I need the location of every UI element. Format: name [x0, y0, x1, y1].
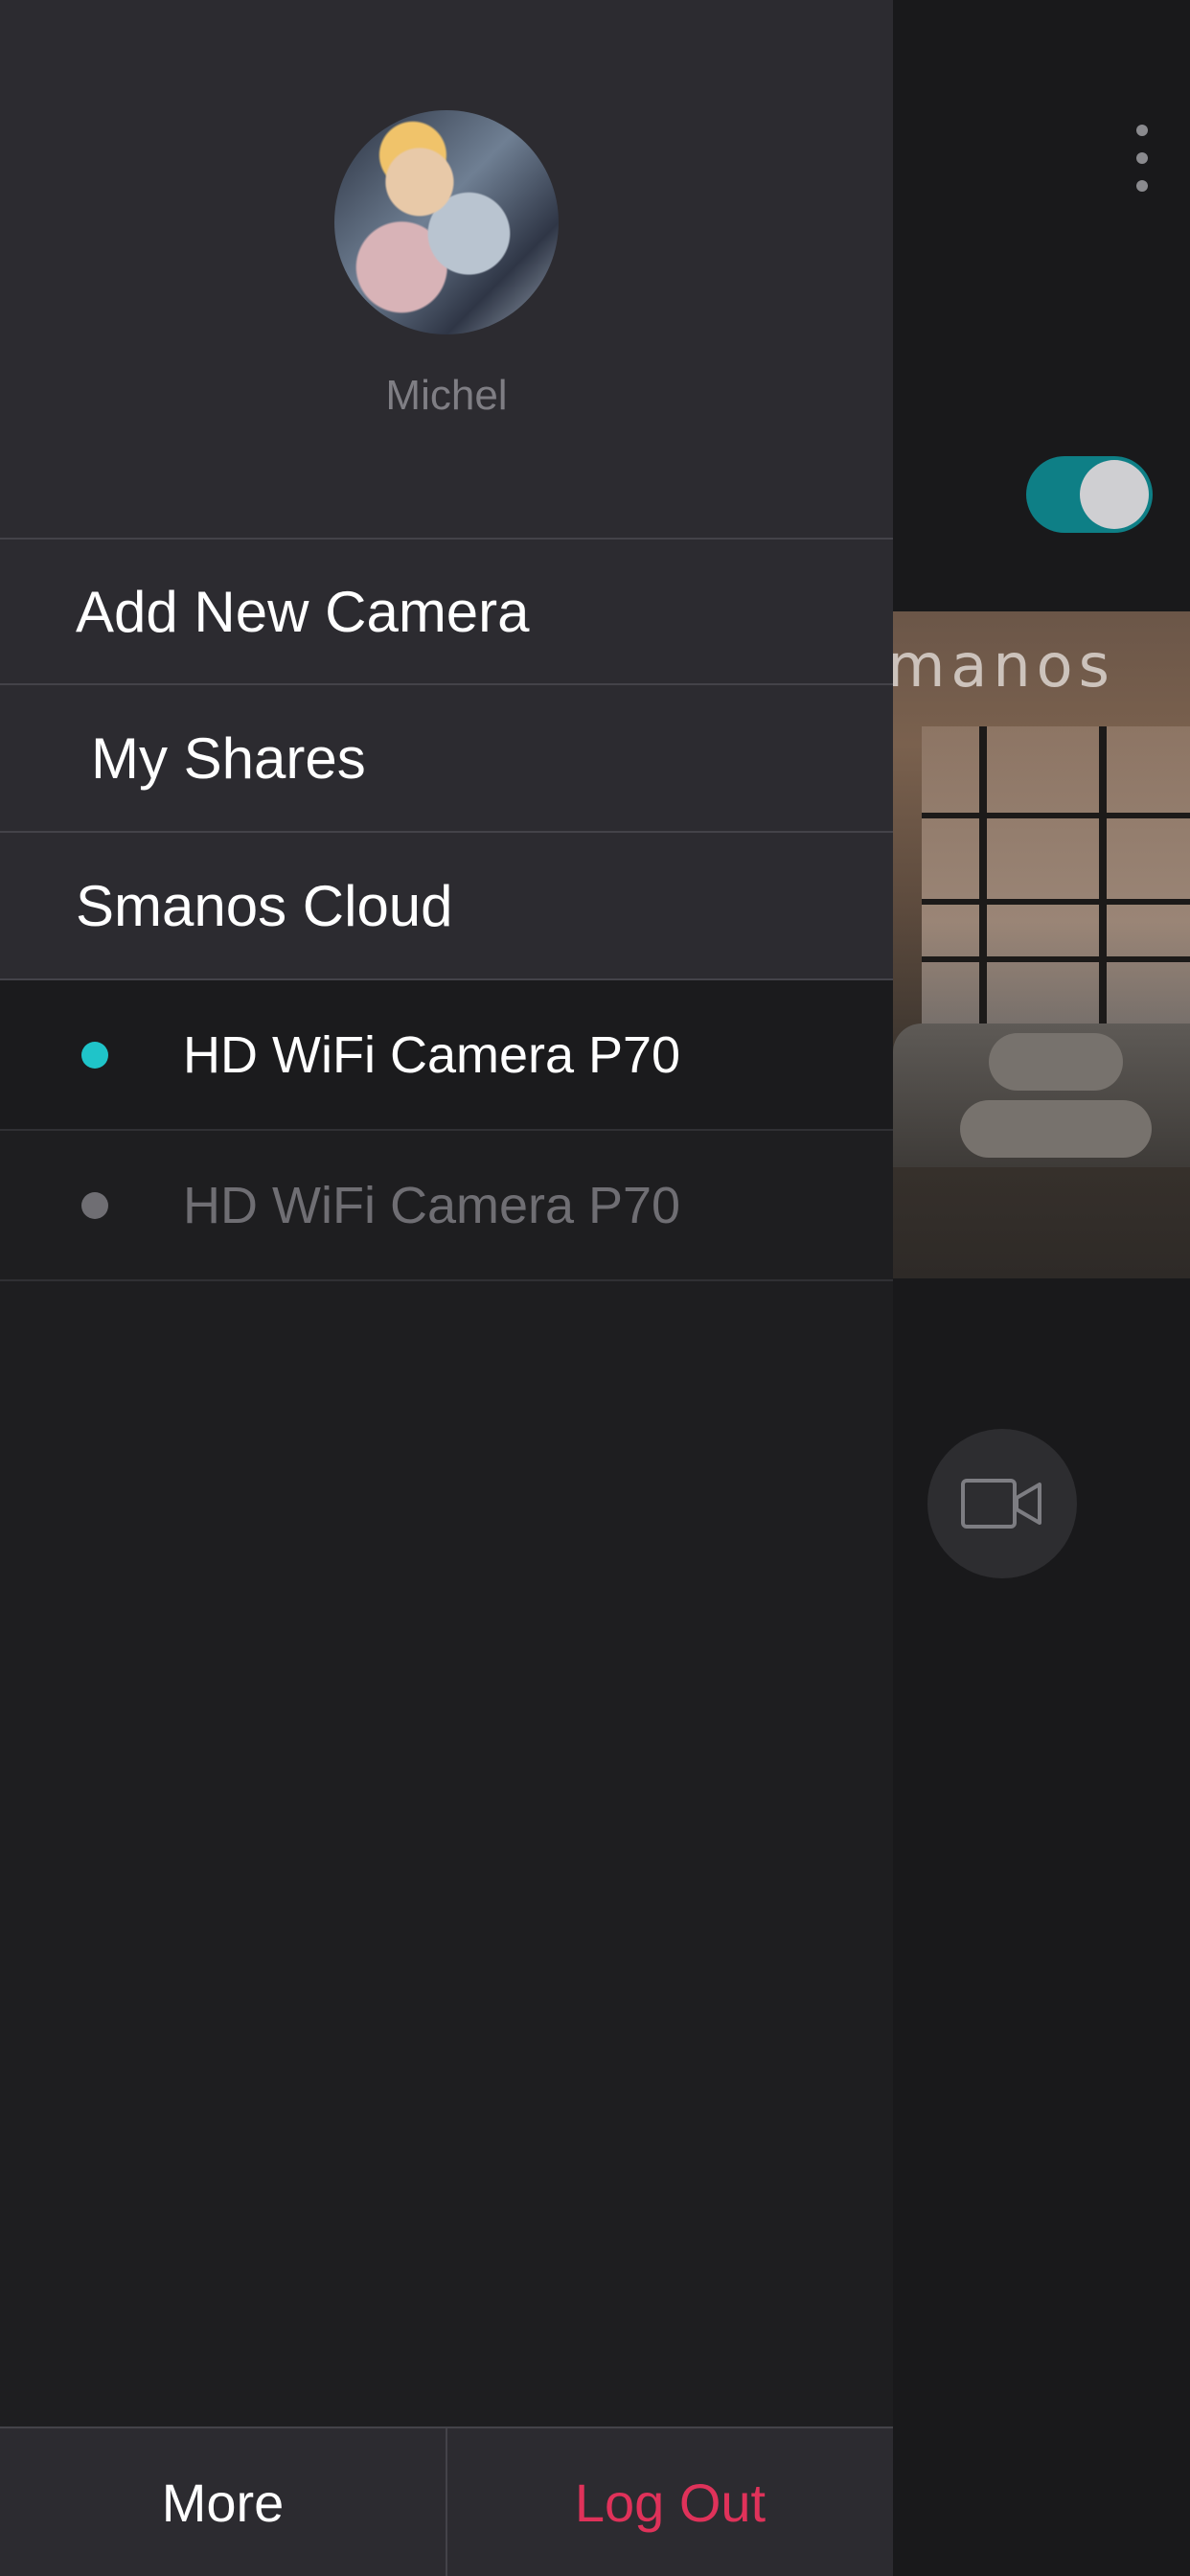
- online-status-dot-icon: [81, 1041, 108, 1069]
- preview-window-frame: [922, 899, 1190, 905]
- camera-name: HD WiFi Camera P70: [183, 1176, 681, 1234]
- smanos-cloud-button[interactable]: Smanos Cloud: [0, 833, 893, 980]
- preview-cushion: [960, 1100, 1152, 1158]
- menu-item-label: Smanos Cloud: [76, 873, 453, 938]
- preview-window-frame: [979, 726, 987, 1052]
- video-camera-icon: [961, 1479, 1041, 1529]
- toggle-knob: [1080, 460, 1149, 529]
- log-out-button[interactable]: Log Out: [447, 2428, 893, 2576]
- preview-window-frame: [1099, 726, 1107, 1052]
- user-name: Michel: [385, 372, 508, 419]
- menu-item-label: My Shares: [91, 725, 366, 791]
- more-button[interactable]: More: [0, 2428, 447, 2576]
- more-vertical-icon[interactable]: [1123, 125, 1161, 192]
- camera-list-item[interactable]: HD WiFi Camera P70: [0, 980, 893, 1131]
- preview-cushion: [989, 1033, 1123, 1091]
- my-shares-button[interactable]: My Shares: [0, 685, 893, 833]
- add-new-camera-button[interactable]: Add New Camera: [0, 538, 893, 685]
- preview-window: [922, 726, 1190, 1052]
- record-video-button[interactable]: [927, 1429, 1077, 1578]
- brand-watermark: manos: [893, 631, 1115, 701]
- camera-list-item[interactable]: HD WiFi Camera P70: [0, 1131, 893, 1281]
- avatar[interactable]: [334, 110, 559, 334]
- offline-status-dot-icon: [81, 1191, 108, 1219]
- preview-window-frame: [922, 813, 1190, 818]
- drawer-header: Michel: [0, 0, 893, 538]
- camera-power-toggle[interactable]: [1026, 456, 1153, 533]
- camera-name: HD WiFi Camera P70: [183, 1025, 681, 1084]
- camera-live-preview[interactable]: manos: [893, 611, 1190, 1278]
- drawer-bottom-bar: More Log Out: [0, 2426, 893, 2576]
- side-drawer: Michel Add New Camera My Shares Smanos C…: [0, 0, 893, 2576]
- menu-item-label: Add New Camera: [76, 579, 530, 644]
- preview-window-frame: [922, 956, 1190, 962]
